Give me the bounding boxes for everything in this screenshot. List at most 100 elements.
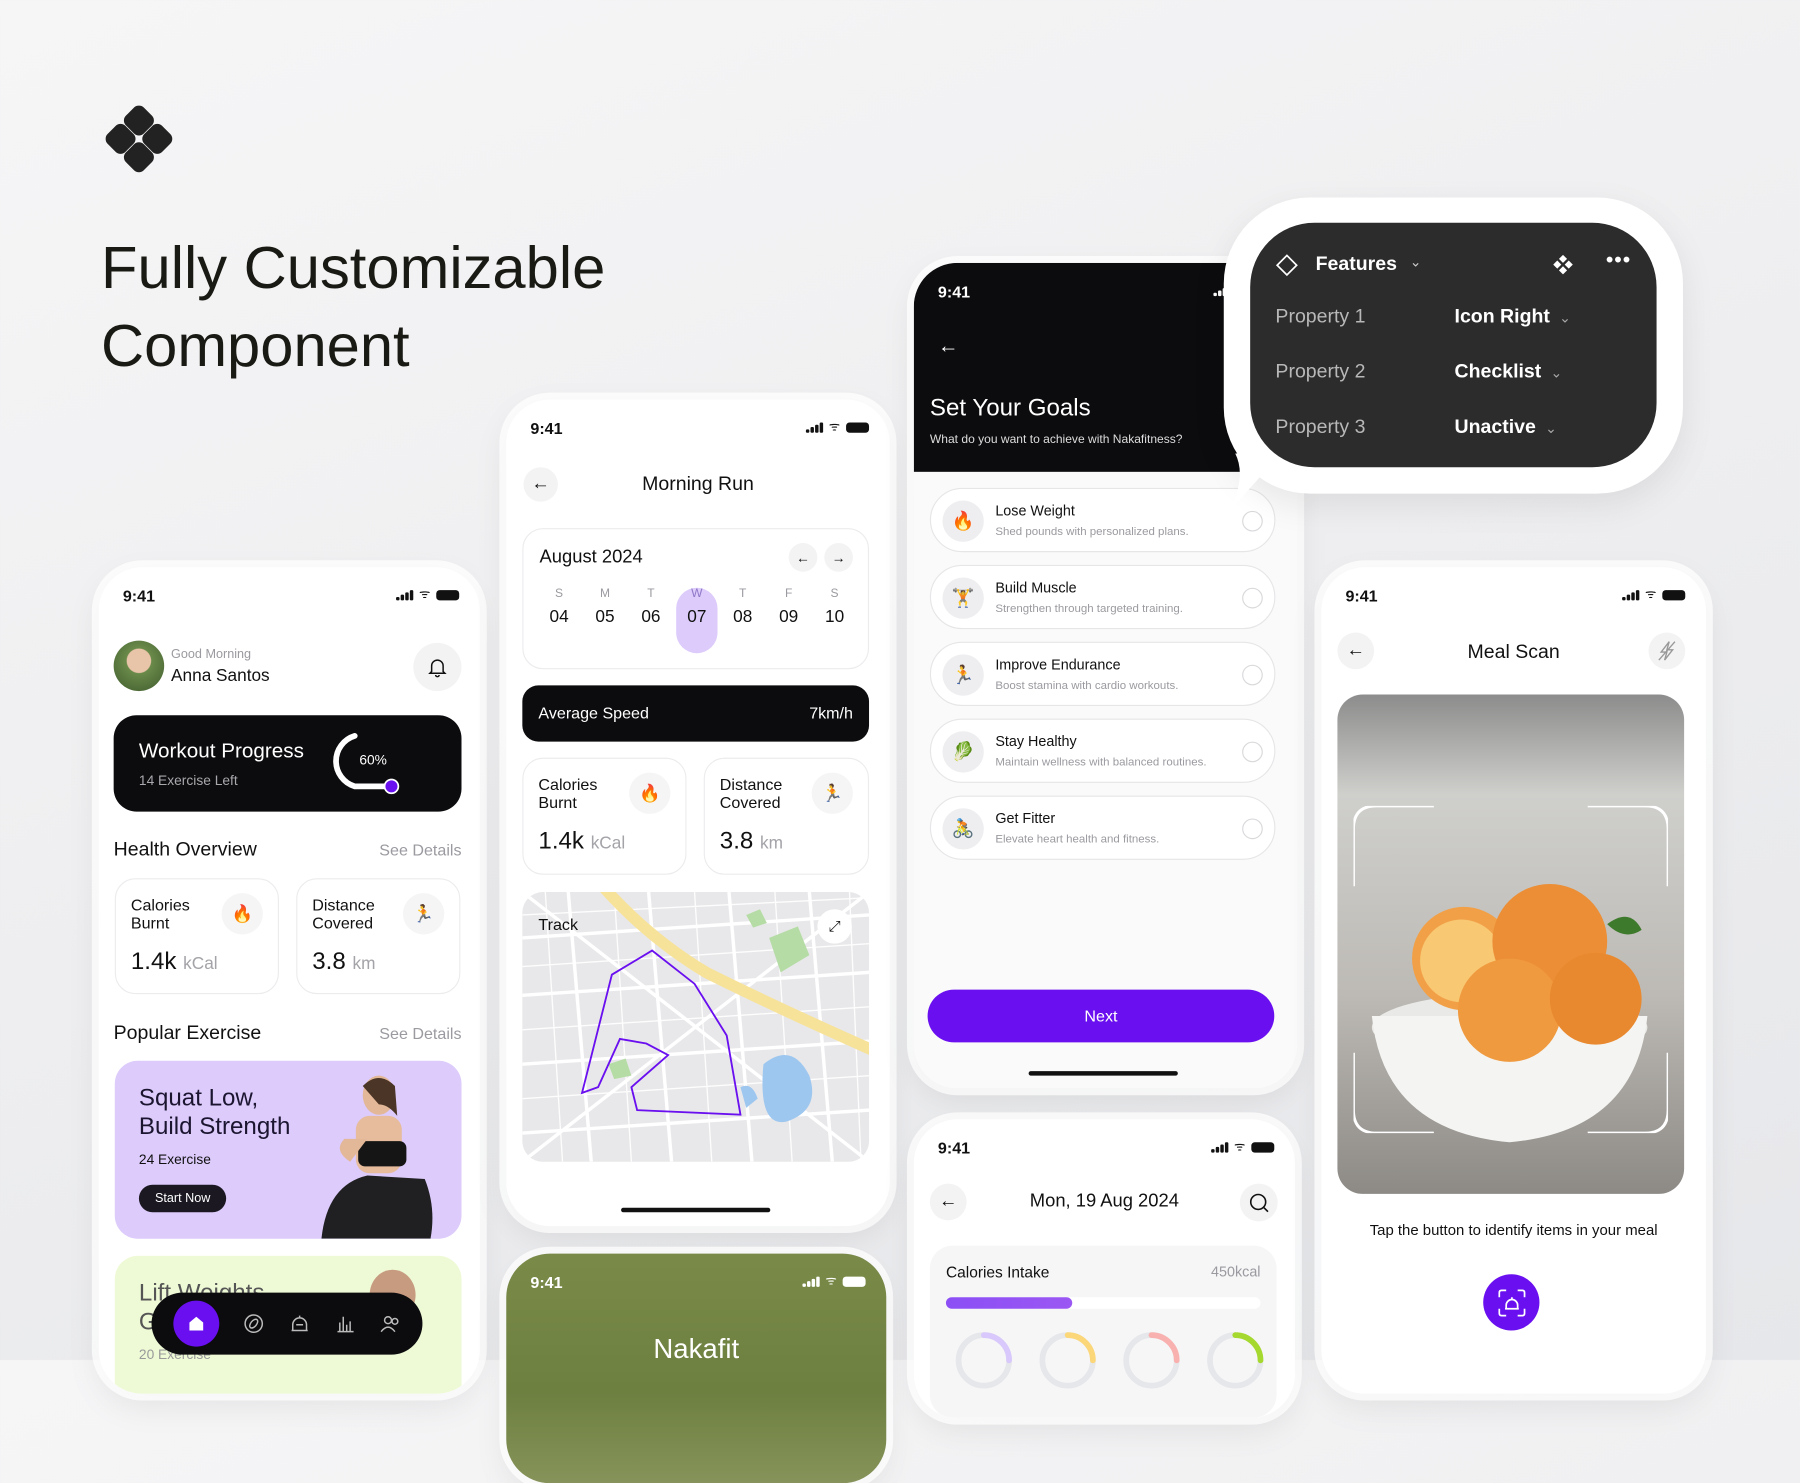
wifi-icon: ᯤ xyxy=(418,587,431,602)
avatar[interactable] xyxy=(113,640,165,692)
distance-card[interactable]: Distance Covered 🏃 3.8 km xyxy=(296,878,461,995)
prev-week-button[interactable]: ← xyxy=(788,543,818,572)
next-week-button[interactable]: → xyxy=(824,543,853,572)
day-number: 07 xyxy=(687,607,707,627)
signal-icon xyxy=(806,421,824,433)
bottom-nav xyxy=(151,1292,423,1355)
calories-card[interactable]: Calories Burnt 🔥 1.4k kCal xyxy=(114,878,279,995)
explore-icon[interactable] xyxy=(244,1313,265,1334)
goal-emoji-icon: 🏋️ xyxy=(942,577,984,619)
page-title: Mon, 19 Aug 2024 xyxy=(1029,1191,1179,1212)
goal-option[interactable]: 🥬 Stay Healthy Maintain wellness with bala… xyxy=(929,718,1276,783)
goal-title: Improve Endurance xyxy=(995,656,1121,673)
track-map[interactable]: Track ⤢ xyxy=(522,891,870,1162)
stat-label: Covered xyxy=(312,913,374,933)
flash-off-icon xyxy=(1658,641,1676,661)
calendar-day[interactable]: T 08 xyxy=(722,587,763,627)
battery-icon xyxy=(842,1276,866,1287)
calories-card[interactable]: Calories Burnt 🔥 1.4k kCal xyxy=(522,757,687,875)
day-number: 10 xyxy=(825,607,845,627)
home-icon xyxy=(189,1316,203,1331)
runner-icon: 🏃 xyxy=(402,893,445,935)
see-details-link[interactable]: See Details xyxy=(379,840,461,858)
goal-option[interactable]: 🚴 Get Fitter Elevate heart health and fitn… xyxy=(929,795,1276,860)
camera-preview xyxy=(1337,694,1685,1194)
hero-title-line2: Component xyxy=(101,313,410,380)
signal-icon xyxy=(1211,1141,1229,1153)
wifi-icon: ᯤ xyxy=(825,1274,837,1289)
greeting: Good Morning xyxy=(171,647,252,662)
more-options-icon[interactable]: ••• xyxy=(1606,248,1631,272)
macro-ring-progress xyxy=(1232,1332,1264,1364)
goal-radio[interactable] xyxy=(1242,818,1263,840)
workout-progress-card[interactable]: Workout Progress 14 Exercise Left 60% xyxy=(113,715,462,812)
chevron-down-icon[interactable]: ⌄ xyxy=(1410,254,1422,270)
workout-icon[interactable] xyxy=(289,1313,310,1334)
start-now-button[interactable]: Start Now xyxy=(138,1184,227,1213)
calendar-day[interactable]: W 07 xyxy=(676,587,717,627)
property-value-dropdown[interactable]: Icon Right ⌄ xyxy=(1455,305,1571,328)
property-value-dropdown[interactable]: Checklist ⌄ xyxy=(1455,360,1563,383)
athlete-photo xyxy=(321,1075,433,1239)
intake-value: 450kcal xyxy=(1211,1263,1261,1281)
stat-value: 1.4k xyxy=(130,948,177,975)
battery-icon xyxy=(846,422,870,433)
average-speed-bar: Average Speed 7km/h xyxy=(522,685,870,742)
goal-description: Boost stamina with cardio workouts. xyxy=(995,679,1179,693)
back-button[interactable]: ← xyxy=(938,334,959,358)
stat-label: Distance xyxy=(719,774,783,794)
goal-option[interactable]: 🏋️ Build Muscle Strengthen through targete… xyxy=(929,564,1276,630)
calendar-day[interactable]: T 06 xyxy=(630,587,671,627)
nav-home[interactable] xyxy=(173,1300,220,1347)
distance-card[interactable]: Distance Covered 🏃 3.8 km xyxy=(703,757,870,875)
see-details-link[interactable]: See Details xyxy=(379,1024,461,1042)
day-letter: F xyxy=(784,586,793,601)
calendar-day[interactable]: S 04 xyxy=(538,587,579,627)
stat-unit: km xyxy=(760,833,783,853)
scan-button[interactable] xyxy=(1483,1274,1540,1331)
status-time: 9:41 xyxy=(937,1138,971,1158)
fire-icon: 🔥 xyxy=(221,893,263,935)
calendar-day[interactable]: F 09 xyxy=(768,587,809,627)
features-title[interactable]: Features xyxy=(1316,253,1397,276)
flash-toggle-button[interactable] xyxy=(1648,632,1686,670)
exercise-count: 24 Exercise xyxy=(138,1151,211,1168)
exercise-card-squat[interactable]: Squat Low, Build Strength 24 Exercise Sta… xyxy=(114,1060,462,1239)
calendar-day[interactable]: S 10 xyxy=(814,587,855,627)
battery-icon xyxy=(1662,590,1686,601)
home-indicator xyxy=(621,1207,771,1213)
goal-description: Elevate heart health and fitness. xyxy=(995,833,1160,847)
status-icons: ᯤ xyxy=(802,1274,866,1289)
stat-label: Covered xyxy=(719,793,781,812)
goal-radio[interactable] xyxy=(1242,741,1263,763)
page-title: Morning Run xyxy=(642,472,754,495)
day-number: 05 xyxy=(595,607,615,627)
chevron-down-icon: ⌄ xyxy=(1545,420,1557,437)
goal-option[interactable]: 🏃 Improve Endurance Boost stamina with car… xyxy=(929,641,1276,707)
goal-description: Strengthen through targeted training. xyxy=(995,602,1183,616)
day-letter: T xyxy=(647,586,655,601)
search-button[interactable] xyxy=(1239,1183,1278,1222)
goal-description: Maintain wellness with balanced routines… xyxy=(995,756,1207,770)
property-value-dropdown[interactable]: Unactive ⌄ xyxy=(1455,416,1557,439)
notification-button[interactable] xyxy=(413,642,462,692)
day-number: 09 xyxy=(779,607,799,627)
goal-radio[interactable] xyxy=(1242,664,1263,686)
meal-scan-screen: 9:41 ᯤ ← Meal Scan Tap the button to ide… xyxy=(1321,567,1706,1394)
next-button[interactable]: Next xyxy=(927,989,1275,1043)
workout-title: Workout Progress xyxy=(138,739,304,763)
calories-intake-card: Calories Intake 450kcal xyxy=(929,1245,1277,1418)
goal-radio[interactable] xyxy=(1242,587,1263,609)
stats-icon[interactable] xyxy=(335,1313,356,1334)
stat-label: Calories xyxy=(130,895,190,914)
battery-icon xyxy=(436,590,460,601)
arrow-left-icon: ← xyxy=(796,549,810,566)
expand-map-button[interactable]: ⤢ xyxy=(817,909,852,944)
calendar-day[interactable]: M 05 xyxy=(584,587,625,627)
community-icon[interactable] xyxy=(380,1313,401,1334)
speed-value: 7km/h xyxy=(809,703,853,723)
search-icon xyxy=(1249,1193,1268,1212)
property-value: Checklist xyxy=(1454,360,1542,383)
component-icon[interactable] xyxy=(1553,254,1574,276)
workout-subtitle: 14 Exercise Left xyxy=(138,772,238,789)
